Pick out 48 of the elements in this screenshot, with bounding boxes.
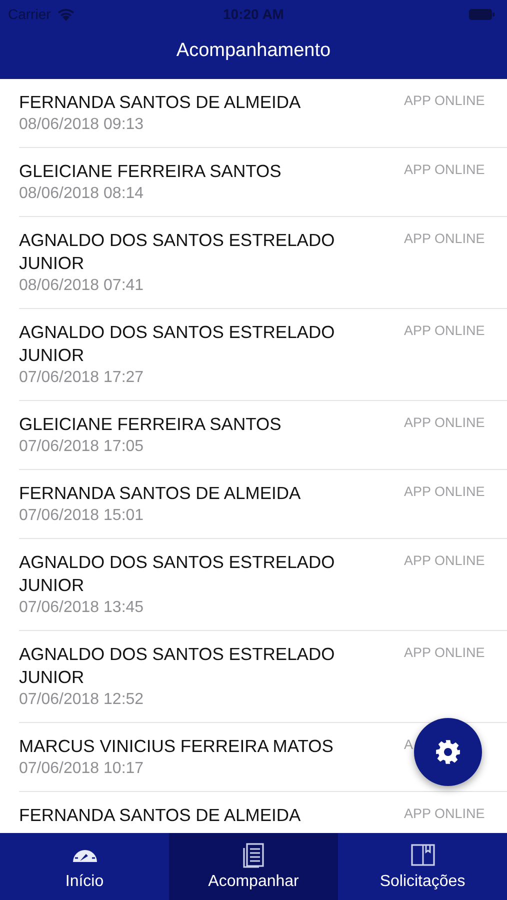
person-name: FERNANDA SANTOS DE ALMEIDA <box>19 91 302 114</box>
person-name: AGNALDO DOS SANTOS ESTRELADO JUNIOR <box>19 643 336 689</box>
source-label: APP ONLINE <box>404 805 486 821</box>
date-time: 08/06/2018 08:14 <box>19 184 145 204</box>
list-item[interactable]: GLEICIANE FERREIRA SANTOS 07/06/2018 17:05 APP ONLINE <box>19 401 507 470</box>
source-label: APP ONLINE <box>404 414 486 430</box>
person-name: AGNALDO DOS SANTOS ESTRELADO JUNIOR <box>19 229 336 275</box>
date-time: 08/06/2018 09:13 <box>19 115 145 135</box>
person-name: AGNALDO DOS SANTOS ESTRELADO JUNIOR <box>19 551 336 597</box>
list-item[interactable]: GLEICIANE FERREIRA SANTOS 08/06/2018 08:14 APP ONLINE <box>19 148 507 217</box>
person-name: GLEICIANE FERREIRA SANTOS <box>19 160 282 183</box>
list-item[interactable]: FERNANDA SANTOS DE ALMEIDA 08/06/2018 09:13 APP ONLINE <box>19 79 507 148</box>
person-name: GLEICIANE FERREIRA SANTOS <box>19 413 282 436</box>
source-label: A <box>404 736 414 752</box>
person-name: MARCUS VINICIUS FERREIRA MATOS <box>19 735 334 758</box>
person-name: FERNANDA SANTOS DE ALMEIDA <box>19 804 302 827</box>
tab[interactable]: Acompanhar <box>169 833 338 900</box>
wifi-icon <box>56 8 75 20</box>
book-icon <box>410 842 436 868</box>
list-item[interactable]: AGNALDO DOS SANTOS ESTRELADO JUNIOR 07/06/2018 13:45 APP ONLINE <box>19 539 507 631</box>
source-label: APP ONLINE <box>404 644 486 660</box>
date-time: 07/06/2018 12:52 <box>19 690 145 710</box>
source-label: APP ONLINE <box>404 552 486 568</box>
battery-icon <box>469 8 495 20</box>
tab[interactable]: Início <box>0 833 169 900</box>
date-time: 07/06/2018 15:01 <box>19 506 145 526</box>
clock-time: 10:20 AM <box>223 6 284 22</box>
date-time: 07/06/2018 17:05 <box>19 437 145 457</box>
tab[interactable]: Solicitações <box>338 833 507 900</box>
source-label: APP ONLINE <box>404 161 486 177</box>
settings-button[interactable] <box>414 718 482 786</box>
date-time: 07/06/2018 10:17 <box>19 759 145 779</box>
source-label: APP ONLINE <box>404 92 486 108</box>
person-name: AGNALDO DOS SANTOS ESTRELADO JUNIOR <box>19 321 336 367</box>
date-time: 07/06/2018 13:45 <box>19 598 145 618</box>
list-item[interactable]: AGNALDO DOS SANTOS ESTRELADO JUNIOR 07/06/2018 17:27 APP ONLINE <box>19 309 507 401</box>
carrier-label: Carrier <box>8 6 51 22</box>
list-item[interactable]: AGNALDO DOS SANTOS ESTRELADO JUNIOR 08/06/2018 07:41 APP ONLINE <box>19 217 507 309</box>
source-label: APP ONLINE <box>404 322 486 338</box>
source-label: APP ONLINE <box>404 483 486 499</box>
source-label: APP ONLINE <box>404 230 486 246</box>
list-item[interactable]: FERNANDA SANTOS DE ALMEIDA 07/06/2018 15:01 APP ONLINE <box>19 470 507 539</box>
document-icon <box>240 842 266 868</box>
screen-title: Acompanhamento <box>176 40 331 62</box>
date-time: 08/06/2018 07:41 <box>19 276 145 296</box>
settings-icon <box>435 739 461 765</box>
person-name: FERNANDA SANTOS DE ALMEIDA <box>19 482 302 505</box>
date-time: 07/06/2018 17:27 <box>19 368 145 388</box>
